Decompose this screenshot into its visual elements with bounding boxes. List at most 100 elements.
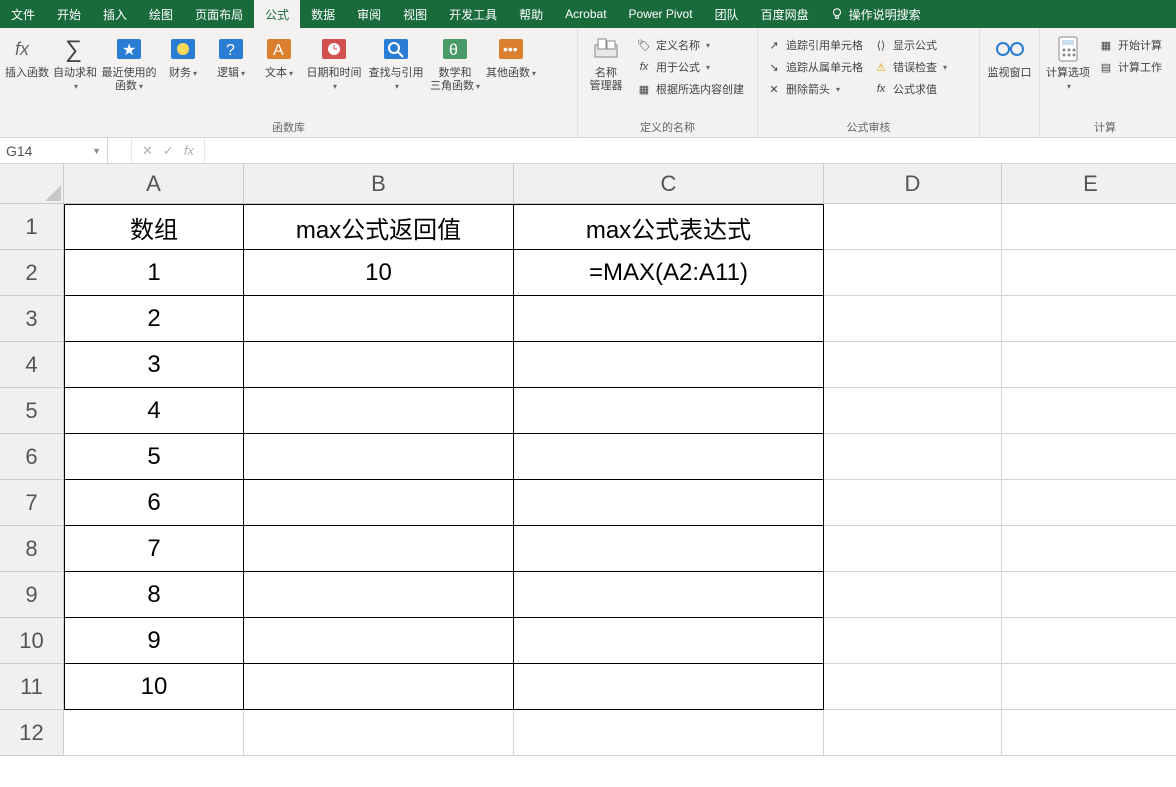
cell[interactable]: 4 <box>64 388 244 434</box>
cell[interactable]: 1 <box>64 250 244 296</box>
tab-view[interactable]: 视图 <box>392 0 438 28</box>
fx-icon[interactable]: fx <box>184 143 194 158</box>
cell[interactable] <box>64 710 244 756</box>
cell[interactable] <box>1002 710 1176 756</box>
cell[interactable] <box>514 572 824 618</box>
cell[interactable] <box>1002 250 1176 296</box>
text-functions-button[interactable]: A 文本▾ <box>256 32 302 82</box>
cell[interactable] <box>244 342 514 388</box>
cell[interactable]: 5 <box>64 434 244 480</box>
row-header[interactable]: 7 <box>0 480 64 526</box>
cell[interactable] <box>824 664 1002 710</box>
spreadsheet-grid[interactable]: ABCDE 123456789101112 数组max公式返回值max公式表达式… <box>0 164 1176 778</box>
cell[interactable] <box>1002 342 1176 388</box>
row-header[interactable]: 3 <box>0 296 64 342</box>
column-header[interactable]: A <box>64 164 244 204</box>
row-header[interactable]: 11 <box>0 664 64 710</box>
cell[interactable] <box>1002 526 1176 572</box>
cell[interactable]: 10 <box>64 664 244 710</box>
select-all-corner[interactable] <box>0 164 64 204</box>
evaluate-formula-button[interactable]: fx公式求值 <box>873 78 947 100</box>
cell[interactable] <box>244 480 514 526</box>
row-header[interactable]: 4 <box>0 342 64 388</box>
watch-window-button[interactable]: 监视窗口 <box>984 32 1035 82</box>
cell[interactable] <box>824 572 1002 618</box>
cell[interactable] <box>1002 204 1176 250</box>
cell[interactable] <box>514 664 824 710</box>
column-header[interactable]: B <box>244 164 514 204</box>
cell[interactable] <box>1002 434 1176 480</box>
formula-bar-input[interactable] <box>205 138 1176 163</box>
tab-developer[interactable]: 开发工具 <box>438 0 508 28</box>
tab-data[interactable]: 数据 <box>300 0 346 28</box>
cell[interactable]: 7 <box>64 526 244 572</box>
tab-insert[interactable]: 插入 <box>92 0 138 28</box>
cell[interactable] <box>514 342 824 388</box>
row-header[interactable]: 6 <box>0 434 64 480</box>
remove-arrows-button[interactable]: ✕删除箭头 ▾ <box>766 78 863 100</box>
row-header[interactable]: 5 <box>0 388 64 434</box>
tab-pagelayout[interactable]: 页面布局 <box>184 0 254 28</box>
column-header[interactable]: C <box>514 164 824 204</box>
cell[interactable] <box>514 526 824 572</box>
cell[interactable] <box>824 204 1002 250</box>
row-header[interactable]: 12 <box>0 710 64 756</box>
cell[interactable] <box>244 388 514 434</box>
column-header[interactable]: E <box>1002 164 1176 204</box>
cell[interactable] <box>1002 664 1176 710</box>
cell[interactable] <box>1002 388 1176 434</box>
row-header[interactable]: 8 <box>0 526 64 572</box>
cell[interactable]: max公式表达式 <box>514 204 824 250</box>
row-header[interactable]: 2 <box>0 250 64 296</box>
column-header[interactable]: D <box>824 164 1002 204</box>
cell[interactable] <box>244 526 514 572</box>
tab-home[interactable]: 开始 <box>46 0 92 28</box>
cell[interactable] <box>824 526 1002 572</box>
cell[interactable] <box>824 480 1002 526</box>
more-functions-button[interactable]: ••• 其他函数▾ <box>484 32 538 82</box>
calc-options-button[interactable]: 计算选项▾ <box>1044 32 1092 95</box>
row-header[interactable]: 10 <box>0 618 64 664</box>
math-trig-button[interactable]: θ 数学和 三角函数▾ <box>428 32 482 95</box>
row-header[interactable]: 9 <box>0 572 64 618</box>
cancel-formula-icon[interactable]: ✕ <box>142 143 153 159</box>
cell[interactable] <box>244 296 514 342</box>
financial-button[interactable]: 财务▾ <box>160 32 206 82</box>
cell[interactable] <box>824 250 1002 296</box>
cell[interactable] <box>244 572 514 618</box>
name-manager-button[interactable]: 名称 管理器 <box>582 32 630 95</box>
show-formulas-button[interactable]: ⟨⟩显示公式 <box>873 34 947 56</box>
row-header[interactable]: 1 <box>0 204 64 250</box>
logical-button[interactable]: ? 逻辑▾ <box>208 32 254 82</box>
use-in-formula-button[interactable]: fx用于公式 ▾ <box>636 56 744 78</box>
cell[interactable] <box>244 618 514 664</box>
cell[interactable]: 3 <box>64 342 244 388</box>
calculate-now-button[interactable]: ▦开始计算 <box>1098 34 1162 56</box>
date-time-button[interactable]: 日期和时间▾ <box>304 32 364 95</box>
cell[interactable] <box>514 618 824 664</box>
cell[interactable] <box>824 342 1002 388</box>
define-name-button[interactable]: 🏷定义名称 ▾ <box>636 34 744 56</box>
create-from-selection-button[interactable]: ▦根据所选内容创建 <box>636 78 744 100</box>
cell[interactable] <box>244 664 514 710</box>
tab-acrobat[interactable]: Acrobat <box>554 0 617 28</box>
recent-functions-button[interactable]: ★ 最近使用的 函数▾ <box>100 32 158 95</box>
calculate-sheet-button[interactable]: ▤计算工作 <box>1098 56 1162 78</box>
cell[interactable] <box>824 618 1002 664</box>
cell[interactable]: 9 <box>64 618 244 664</box>
cell[interactable] <box>824 296 1002 342</box>
cell[interactable] <box>1002 480 1176 526</box>
tab-draw[interactable]: 绘图 <box>138 0 184 28</box>
cell[interactable]: 数组 <box>64 204 244 250</box>
tab-review[interactable]: 审阅 <box>346 0 392 28</box>
trace-dependents-button[interactable]: ↘追踪从属单元格 <box>766 56 863 78</box>
tab-team[interactable]: 团队 <box>704 0 750 28</box>
cell[interactable]: 10 <box>244 250 514 296</box>
cell[interactable] <box>514 480 824 526</box>
error-check-button[interactable]: ⚠错误检查 ▾ <box>873 56 947 78</box>
enter-formula-icon[interactable]: ✓ <box>163 143 174 159</box>
cell[interactable] <box>514 434 824 480</box>
tab-baidu[interactable]: 百度网盘 <box>750 0 820 28</box>
cell[interactable] <box>1002 296 1176 342</box>
cell[interactable] <box>824 434 1002 480</box>
